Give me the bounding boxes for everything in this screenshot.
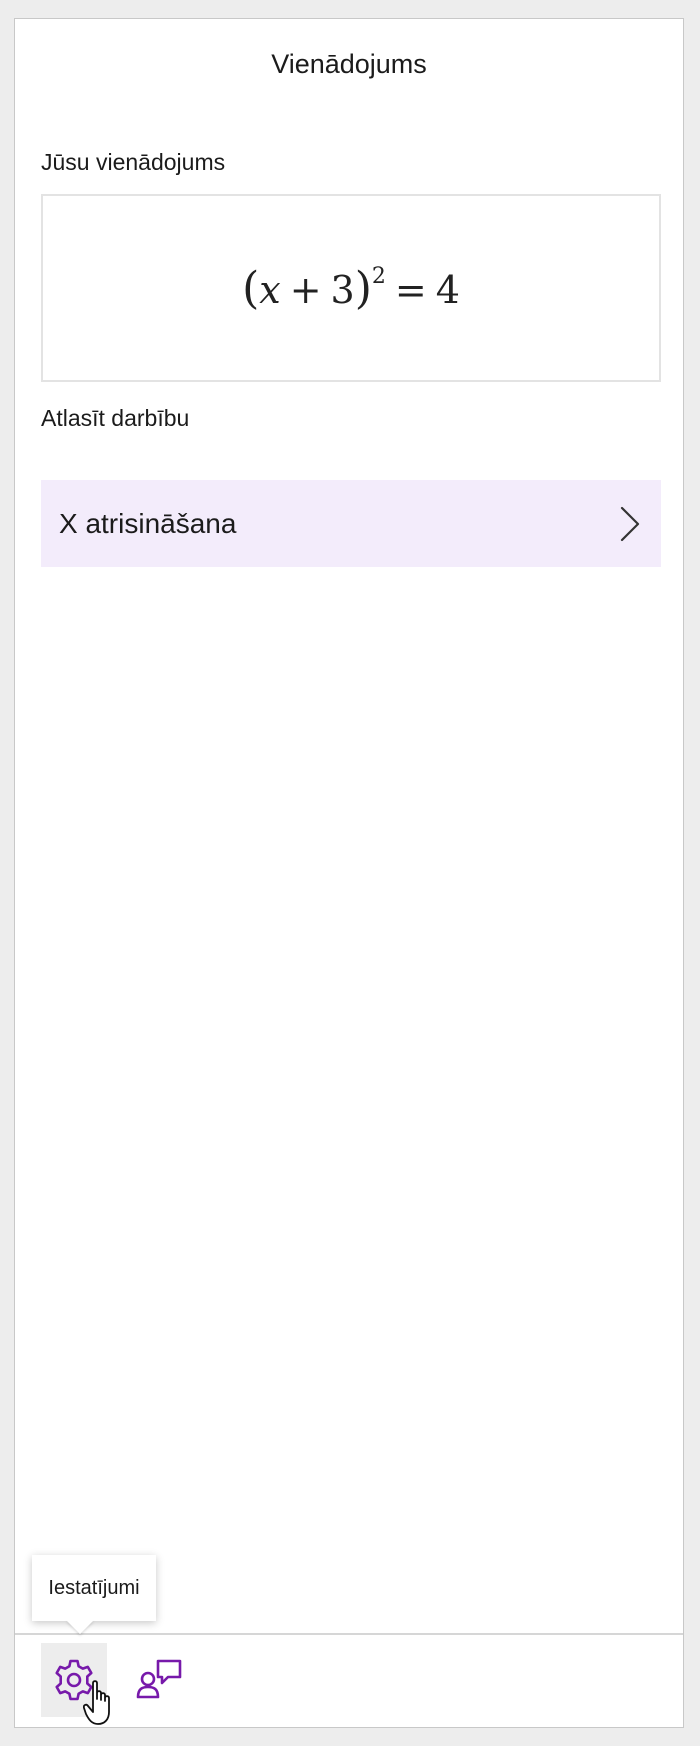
pane-title: Vienādojums	[271, 49, 427, 79]
feedback-button[interactable]	[127, 1643, 193, 1717]
solve-for-x-action[interactable]: X atrisināšana	[41, 480, 661, 567]
equation-plus: +	[289, 267, 322, 312]
chevron-right-icon	[619, 506, 641, 542]
action-label: X atrisināšana	[59, 507, 237, 539]
feedback-icon	[136, 1657, 184, 1703]
equation-rhs: 4	[435, 267, 460, 312]
math-pane: Vienādojums Jūsu vienādojums (x +3)2 = 4 At…	[14, 18, 684, 1728]
equation-display: (x +3)2 = 4	[41, 194, 661, 382]
equation-exponent: 2	[371, 263, 386, 289]
tooltip-arrow	[66, 1620, 94, 1634]
tooltip-text: Iestatījumi	[48, 1576, 140, 1599]
gear-icon	[51, 1657, 97, 1703]
settings-button[interactable]	[41, 1643, 107, 1717]
action-section-label: Atlasīt darbību	[41, 405, 190, 431]
equation-section-label: Jūsu vienādojums	[41, 149, 226, 175]
equation-constant: 3	[330, 267, 355, 312]
settings-tooltip: Iestatījumi	[32, 1555, 156, 1634]
equation-open-paren: (	[242, 262, 260, 314]
equation-close-paren: )	[354, 262, 372, 314]
equation-variable: x	[259, 267, 281, 312]
equation: (x +3)2 = 4	[242, 263, 460, 314]
bottom-toolbar	[15, 1633, 683, 1727]
equation-equals: =	[394, 267, 427, 312]
